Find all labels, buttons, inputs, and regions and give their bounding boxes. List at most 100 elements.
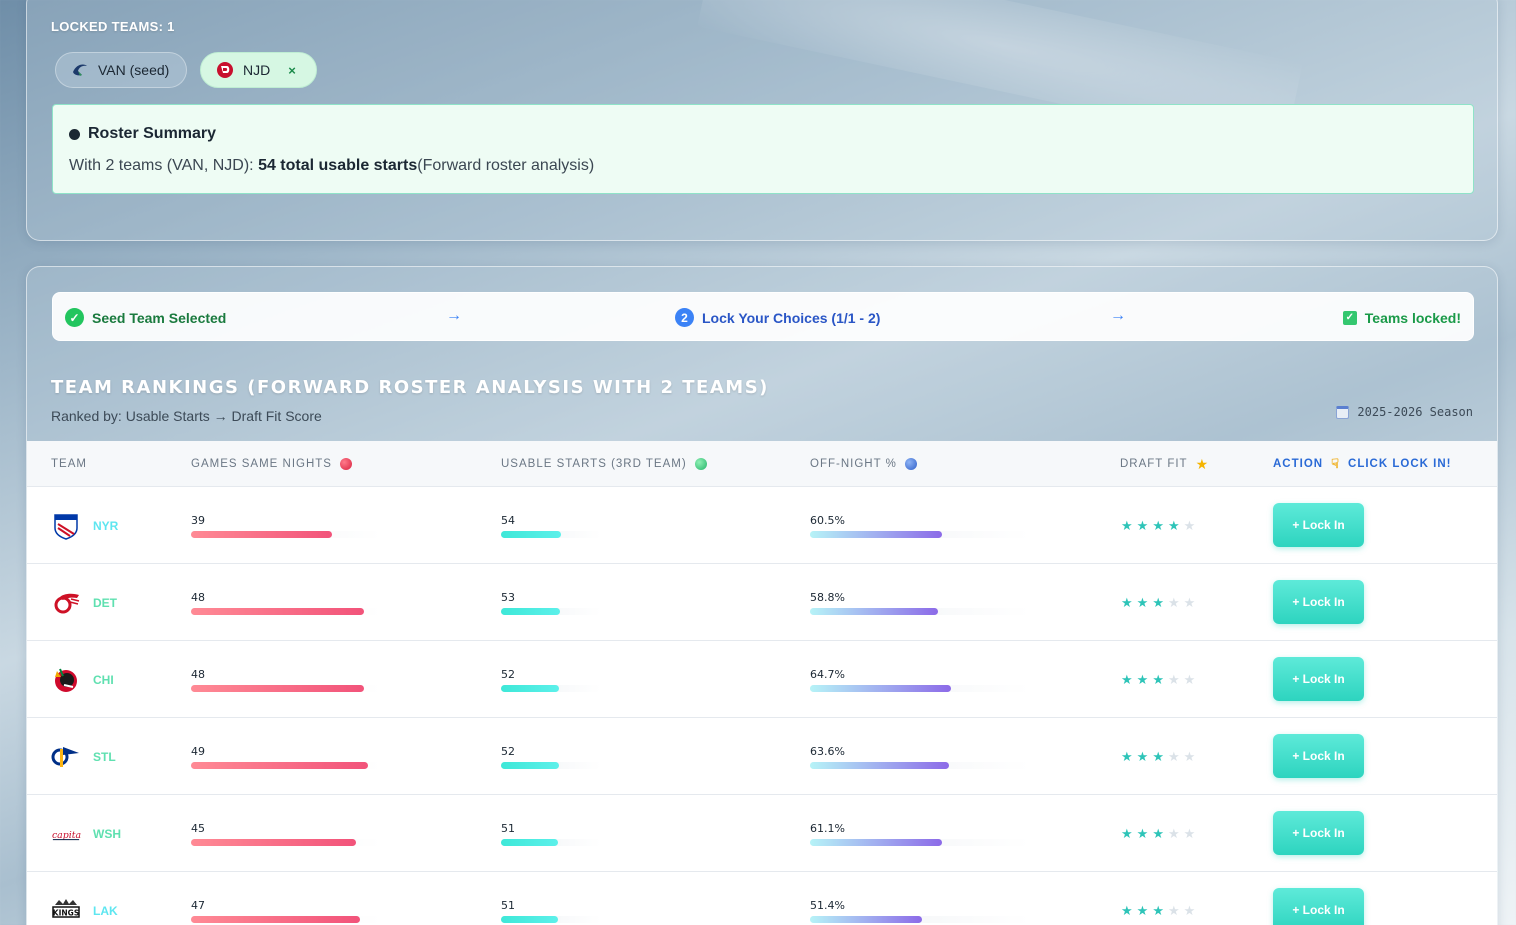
- rankings-table: TEAM GAMES SAME NIGHTS USABLE STARTS (3R…: [27, 441, 1497, 925]
- offnight-bar-fill: [810, 607, 938, 615]
- starts-bar: [501, 915, 601, 923]
- games-same-nights-cell: 47: [191, 872, 381, 925]
- canucks-logo-icon: [70, 60, 90, 80]
- col-label: GAMES SAME NIGHTS: [191, 458, 332, 470]
- bullet-icon: [69, 128, 80, 140]
- team-abbr: DET: [93, 595, 117, 610]
- chip-van-seed[interactable]: VAN (seed): [55, 52, 187, 88]
- games-same-nights-cell: 48: [191, 564, 381, 641]
- col-action: ACTION ☟ CLICK LOCK IN!: [1273, 441, 1451, 487]
- rankings-subtitle: Ranked by: Usable Starts → Draft Fit Sco…: [51, 408, 322, 424]
- kings-logo-icon: KINGS: [51, 896, 81, 925]
- chip-label: NJD: [243, 62, 271, 78]
- table-row: NYR 39 54 60.5% ★ ★ ★ ★ ★ + Lock In: [27, 487, 1497, 564]
- team-cell: DET: [51, 564, 117, 641]
- summary-suffix: (Forward roster analysis): [417, 157, 595, 174]
- team-abbr: NYR: [93, 518, 119, 533]
- chip-njd[interactable]: NJD ×: [200, 52, 317, 88]
- check-circle-icon: ✓: [65, 308, 84, 327]
- games-same-nights-cell: 45: [191, 795, 381, 872]
- offnight-bar-fill: [810, 915, 922, 923]
- lock-in-button[interactable]: + Lock In: [1273, 811, 1364, 855]
- draft-fit-stars: ★ ★ ★ ★ ★: [1121, 795, 1195, 872]
- games-value: 45: [191, 821, 205, 835]
- step-lock-choices: 2 Lock Your Choices (1/1 - 2): [675, 293, 880, 342]
- draft-fit-stars: ★ ★ ★ ★ ★: [1121, 564, 1195, 641]
- summary-prefix: With 2 teams (VAN, NJD):: [69, 157, 259, 174]
- star-filled-icon: ★: [1121, 748, 1133, 764]
- team-abbr: LAK: [93, 903, 118, 918]
- star-filled-icon: ★: [1136, 517, 1149, 533]
- offnight-value: 60.5%: [810, 513, 845, 527]
- lock-in-button[interactable]: + Lock In: [1273, 580, 1364, 624]
- roster-summary-text: With 2 teams (VAN, NJD): 54 total usable…: [69, 157, 1457, 175]
- col-usable-starts[interactable]: USABLE STARTS (3RD TEAM): [501, 441, 707, 487]
- star-empty-icon: ★: [1167, 594, 1180, 610]
- offnight-bar: [810, 838, 1030, 846]
- star-empty-icon: ★: [1183, 594, 1196, 610]
- step-label: Lock Your Choices (1/1 - 2): [702, 309, 881, 326]
- usable-starts-cell: 52: [501, 718, 601, 795]
- offnight-value: 63.6%: [810, 744, 845, 758]
- games-bar-fill: [191, 838, 356, 846]
- roster-summary: Roster Summary With 2 teams (VAN, NJD): …: [52, 104, 1474, 194]
- step-teams-locked: ✓ Teams locked!: [1342, 293, 1461, 342]
- locked-teams-card: LOCKED TEAMS: 1 VAN (seed) NJD × Roster …: [26, 0, 1498, 241]
- starts-value: 54: [501, 513, 515, 527]
- lock-in-button[interactable]: + Lock In: [1273, 734, 1364, 778]
- offnight-value: 64.7%: [810, 667, 845, 681]
- star-filled-icon: ★: [1136, 902, 1149, 918]
- table-row: DET 48 53 58.8% ★ ★ ★ ★ ★ + Lock In: [27, 564, 1497, 641]
- devils-logo-icon: [215, 60, 235, 80]
- offnight-value: 61.1%: [810, 821, 845, 835]
- draft-fit-stars: ★ ★ ★ ★ ★: [1121, 641, 1195, 718]
- star-empty-icon: ★: [1183, 748, 1196, 764]
- off-night-cell: 63.6%: [810, 718, 1030, 795]
- off-night-cell: 58.8%: [810, 564, 1030, 641]
- col-team[interactable]: TEAM: [51, 441, 87, 487]
- col-games-same-nights[interactable]: GAMES SAME NIGHTS: [191, 441, 352, 487]
- star-empty-icon: ★: [1183, 902, 1196, 918]
- starts-value: 51: [501, 898, 515, 912]
- roster-summary-heading: Roster Summary: [69, 125, 1457, 143]
- star-empty-icon: ★: [1183, 517, 1196, 533]
- starts-bar: [501, 684, 601, 692]
- star-filled-icon: ★: [1152, 748, 1164, 764]
- remove-chip-icon[interactable]: ×: [288, 63, 296, 78]
- svg-text:capitals: capitals: [52, 829, 81, 840]
- offnight-bar: [810, 761, 1030, 769]
- rankings-title: TEAM RANKINGS (FORWARD ROSTER ANALYSIS W…: [51, 377, 769, 398]
- team-cell: CHI: [51, 641, 114, 718]
- chip-label: VAN (seed): [98, 62, 170, 78]
- lock-in-button[interactable]: + Lock In: [1273, 503, 1364, 547]
- star-empty-icon: ★: [1183, 825, 1196, 841]
- starts-bar-fill: [501, 915, 558, 923]
- red-circle-icon: [339, 458, 352, 470]
- lock-in-button[interactable]: + Lock In: [1273, 657, 1364, 701]
- offnight-bar: [810, 915, 1030, 923]
- games-bar-fill: [191, 915, 360, 923]
- col-off-night[interactable]: OFF-NIGHT %: [810, 441, 917, 487]
- blackhawks-logo-icon: [51, 665, 81, 695]
- lock-in-button[interactable]: + Lock In: [1273, 888, 1364, 925]
- star-filled-icon: ★: [1136, 825, 1149, 841]
- usable-starts-cell: 52: [501, 641, 601, 718]
- starts-bar: [501, 838, 601, 846]
- games-bar-fill: [191, 607, 364, 615]
- usable-starts-cell: 51: [501, 872, 601, 925]
- star-filled-icon: ★: [1152, 517, 1164, 533]
- team-abbr: STL: [93, 749, 116, 764]
- off-night-cell: 60.5%: [810, 487, 1030, 564]
- summary-total: 54 total usable starts: [258, 157, 418, 174]
- step-label: Teams locked!: [1364, 309, 1461, 326]
- offnight-bar-fill: [810, 838, 942, 846]
- star-filled-icon: ★: [1136, 748, 1149, 764]
- offnight-bar: [810, 684, 1030, 692]
- col-draft-fit[interactable]: DRAFT FIT ★: [1120, 441, 1209, 487]
- progress-steps: ✓ Seed Team Selected → 2 Lock Your Choic…: [52, 292, 1474, 341]
- starts-value: 52: [501, 667, 515, 681]
- off-night-cell: 64.7%: [810, 641, 1030, 718]
- games-bar: [191, 684, 381, 692]
- team-cell: STL: [51, 718, 116, 795]
- step-seed-selected: ✓ Seed Team Selected: [65, 293, 226, 342]
